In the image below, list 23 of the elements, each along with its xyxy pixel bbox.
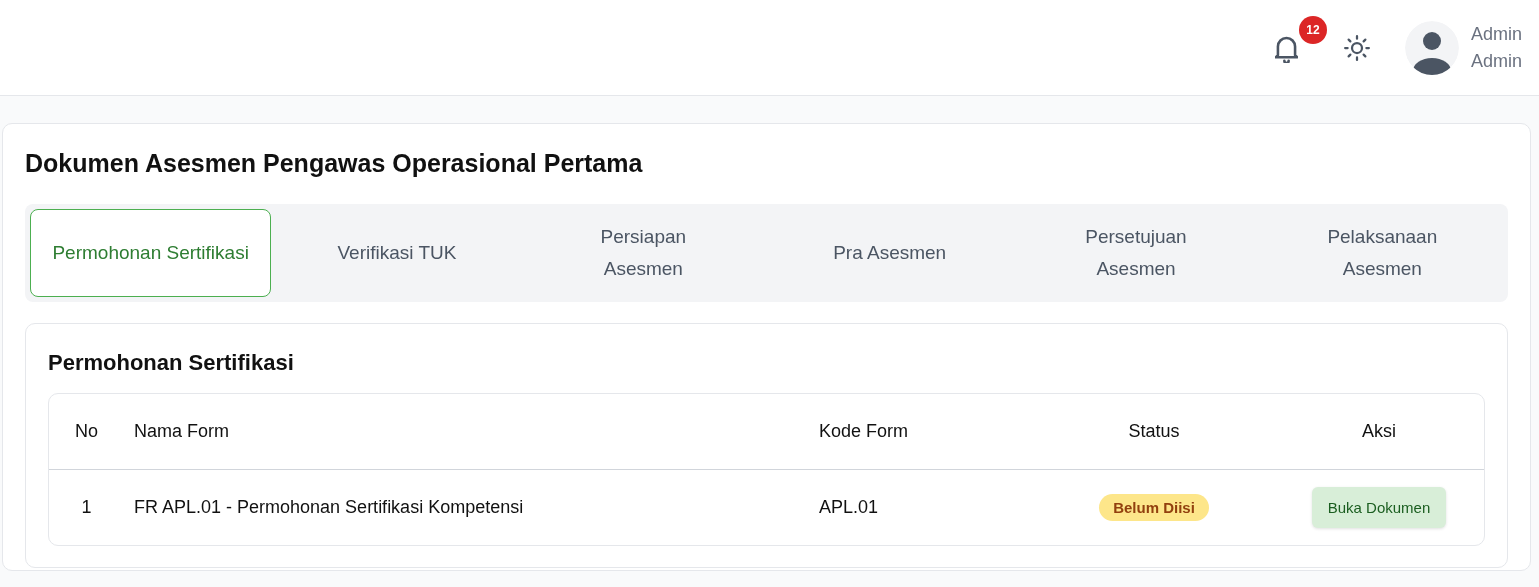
column-header: Status — [1128, 421, 1180, 442]
section-title: Permohonan Sertifikasi — [48, 350, 295, 376]
column-header: No — [75, 421, 98, 442]
tab[interactable]: Pra Asesmen — [769, 209, 1011, 297]
tab[interactable]: Pelaksanaan Asesmen — [1261, 209, 1503, 297]
tab[interactable]: Persiapan Asesmen — [522, 209, 764, 297]
user-name: Admin — [1470, 22, 1522, 46]
page-title: Dokumen Asesmen Pengawas Operasional Pertama — [25, 149, 644, 178]
sun-icon[interactable] — [1341, 32, 1372, 63]
table-cell-text: FR APL.01 - Permohonan Sertifikasi Kompetensi — [133, 497, 525, 518]
column-header: Kode Form — [819, 421, 910, 442]
status-badge: Belum Diisi — [1099, 494, 1209, 521]
open-document-button[interactable]: Buka Dokumen — [1311, 487, 1447, 528]
table-cell-text: APL.01 — [819, 497, 880, 518]
tab[interactable]: Persetujuan Asesmen — [1015, 209, 1257, 297]
user-role: Admin — [1470, 49, 1522, 73]
tab[interactable]: Permohonan Sertifikasi — [30, 209, 272, 297]
column-header: Nama Form — [133, 421, 230, 442]
notification-count: 12 — [1298, 15, 1327, 44]
tab[interactable]: Verifikasi TUK — [276, 209, 518, 297]
avatar-icon[interactable] — [1404, 20, 1459, 75]
column-header: Aksi — [1362, 421, 1396, 442]
table-cell: 1 — [81, 497, 92, 518]
